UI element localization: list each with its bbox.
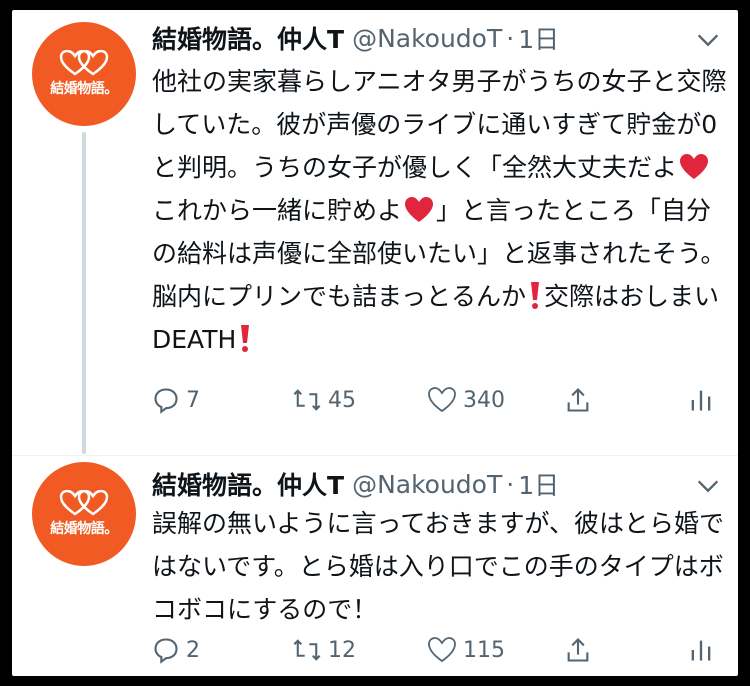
- like-count: 115: [463, 637, 505, 663]
- tweet[interactable]: 結婚物語。 結婚物語。仲人T @NakoudoT · 1日 誤解の無いように言っ…: [12, 456, 738, 676]
- retweet-icon: [293, 389, 321, 411]
- thread-connector: [82, 132, 86, 454]
- retweet-count: 12: [328, 637, 356, 663]
- red-exclamation-icon: [531, 282, 540, 309]
- reply-count: 7: [186, 387, 200, 413]
- tweet-thread: 結婚物語。 結婚物語。仲人T @NakoudoT · 1日 他社の実家暮らしアニ…: [12, 10, 738, 676]
- tweet-text: 誤解の無いように言っておきますが、彼はとら婚ではないです。とら婚は入り口でこの手…: [152, 509, 725, 624]
- timestamp[interactable]: 1日: [518, 466, 559, 502]
- heart-outline-icon: [428, 387, 456, 413]
- analytics-button[interactable]: [687, 386, 715, 414]
- tweet[interactable]: 結婚物語。 結婚物語。仲人T @NakoudoT · 1日 他社の実家暮らしアニ…: [12, 10, 738, 456]
- tweet-header: 結婚物語。仲人T @NakoudoT · 1日: [152, 466, 559, 502]
- tweet-text-part: 他社の実家暮らしアニオタ男子がうちの女子と交際していた。彼が声優のライブに通いす…: [152, 67, 727, 182]
- like-button[interactable]: 340: [427, 386, 505, 414]
- share-icon: [567, 638, 589, 662]
- red-heart-icon: [680, 154, 709, 179]
- timestamp[interactable]: 1日: [518, 20, 559, 56]
- display-name[interactable]: 結婚物語。仲人T: [152, 20, 344, 56]
- retweet-icon: [293, 639, 321, 661]
- double-heart-logo-icon: [59, 50, 109, 76]
- tweet-header: 結婚物語。仲人T @NakoudoT · 1日: [152, 20, 559, 56]
- reply-icon: [154, 638, 178, 664]
- reply-button[interactable]: 7: [152, 386, 200, 414]
- reply-button[interactable]: 2: [152, 636, 200, 664]
- like-button[interactable]: 115: [427, 636, 505, 664]
- analytics-icon: [691, 640, 711, 661]
- separator: ·: [506, 23, 515, 53]
- red-heart-icon: [405, 197, 434, 222]
- like-count: 340: [463, 387, 505, 413]
- heart-outline-icon: [428, 637, 456, 663]
- reply-icon: [154, 388, 178, 414]
- separator: ·: [506, 469, 515, 499]
- avatar[interactable]: 結婚物語。: [32, 22, 136, 126]
- chevron-down-icon[interactable]: [694, 472, 722, 500]
- share-button[interactable]: [564, 636, 592, 664]
- tweet-actions: 2 12 115: [152, 630, 727, 670]
- double-heart-logo-icon: [59, 490, 109, 516]
- user-handle[interactable]: @NakoudoT: [352, 470, 502, 499]
- chevron-down-icon[interactable]: [694, 26, 722, 54]
- avatar-brand-text: 結婚物語。: [50, 521, 118, 537]
- retweet-button[interactable]: 45: [292, 386, 356, 414]
- red-exclamation-icon: [241, 325, 250, 352]
- tweet-text: 他社の実家暮らしアニオタ男子がうちの女子と交際していた。彼が声優のライブに通いす…: [152, 60, 727, 361]
- retweet-button[interactable]: 12: [292, 636, 356, 664]
- share-button[interactable]: [564, 386, 592, 414]
- tweet-text-part: これから一緒に貯めよ: [152, 196, 403, 225]
- analytics-button[interactable]: [687, 636, 715, 664]
- reply-count: 2: [186, 637, 200, 663]
- avatar-brand-text: 結婚物語。: [50, 81, 118, 97]
- user-handle[interactable]: @NakoudoT: [352, 24, 502, 53]
- tweet-actions: 7 45 340: [152, 380, 727, 420]
- retweet-count: 45: [328, 387, 356, 413]
- analytics-icon: [691, 390, 711, 411]
- share-icon: [567, 388, 589, 412]
- avatar[interactable]: 結婚物語。: [32, 462, 136, 566]
- display-name[interactable]: 結婚物語。仲人T: [152, 466, 344, 502]
